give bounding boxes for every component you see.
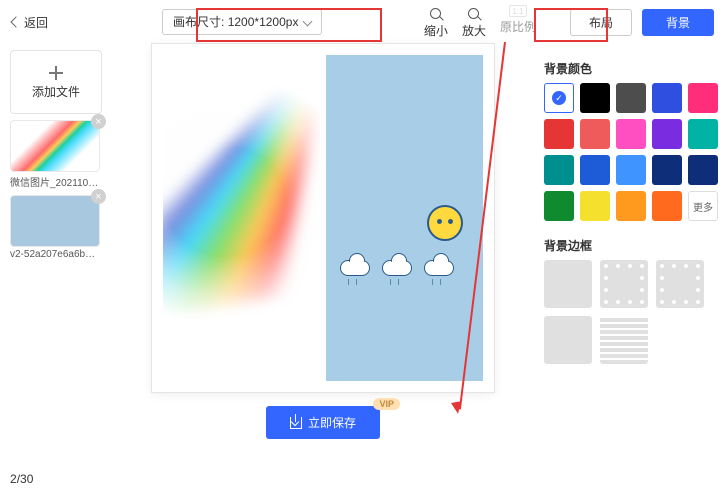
border-option-grid [544, 260, 716, 364]
vip-badge: VIP [373, 398, 400, 410]
zoom-out-label: 缩小 [424, 22, 448, 39]
thumbnail-preview[interactable] [10, 120, 100, 172]
canvas-size-value: 1200*1200px [228, 10, 299, 34]
more-colors-button[interactable]: 更多 [688, 191, 718, 221]
color-swatch[interactable] [616, 155, 646, 185]
rain-graphic [390, 279, 391, 285]
page-total: /30 [17, 472, 34, 486]
save-button[interactable]: 立即保存 VIP [266, 406, 380, 439]
canvas-pane-left[interactable] [163, 55, 320, 381]
color-swatch[interactable] [544, 155, 574, 185]
topbar: 返回 画布尺寸: 1200*1200px 缩小 放大 1:1 原比例 布局 [0, 0, 726, 44]
border-option-stamp[interactable] [656, 260, 704, 308]
cloud-graphic [424, 260, 454, 276]
add-file-label: 添加文件 [32, 83, 80, 100]
color-swatch[interactable] [580, 191, 610, 221]
canvas-area: 立即保存 VIP [112, 44, 534, 500]
save-button-label: 立即保存 [308, 414, 356, 431]
rain-graphic [432, 279, 433, 285]
section-title-bg-border: 背景边框 [544, 237, 716, 254]
plus-icon [48, 65, 64, 81]
canvas-size-prefix: 画布尺寸: [173, 10, 224, 34]
zoom-in-icon [468, 8, 479, 19]
tab-layout-label: 布局 [589, 16, 613, 30]
thumbnail-filename: 微信图片_20211009... [10, 174, 100, 189]
color-swatch[interactable] [652, 83, 682, 113]
cloud-graphic [382, 260, 412, 276]
color-swatch[interactable] [616, 83, 646, 113]
color-swatch[interactable] [688, 155, 718, 185]
rain-graphic [398, 279, 399, 285]
canvas-frame[interactable] [152, 44, 494, 392]
ratio-label: 原比例 [500, 18, 536, 35]
color-swatch[interactable] [688, 119, 718, 149]
color-swatch[interactable] [688, 83, 718, 113]
border-option-plain[interactable] [544, 260, 592, 308]
tab-background[interactable]: 背景 [642, 9, 714, 36]
border-option-stripe[interactable] [600, 316, 648, 364]
color-swatch[interactable] [652, 155, 682, 185]
ratio-icon: 1:1 [509, 5, 527, 17]
color-swatch[interactable] [616, 191, 646, 221]
delete-thumbnail-button[interactable]: × [91, 114, 106, 129]
chevron-down-icon [303, 16, 313, 26]
canvas-size-dropdown[interactable]: 画布尺寸: 1200*1200px [162, 9, 322, 35]
cloud-graphic [340, 260, 370, 276]
color-swatch[interactable] [580, 119, 610, 149]
add-file-button[interactable]: 添加文件 [10, 50, 102, 114]
original-ratio-button[interactable]: 1:1 原比例 [500, 5, 536, 35]
rain-graphic [356, 279, 357, 285]
zoom-out-icon [430, 8, 441, 19]
back-button[interactable]: 返回 [8, 10, 52, 35]
color-swatch[interactable] [616, 119, 646, 149]
page-indicator: 2/30 [10, 464, 102, 494]
color-swatch[interactable] [652, 191, 682, 221]
back-label: 返回 [24, 14, 48, 31]
color-swatch[interactable] [652, 119, 682, 149]
color-swatch-grid: ✓ 更多 [544, 83, 716, 221]
right-panel: 背景颜色 ✓ 更多 背景边框 [534, 44, 726, 500]
canvas-pane-right[interactable] [326, 55, 483, 381]
border-option-scallop[interactable] [600, 260, 648, 308]
tab-layout[interactable]: 布局 [570, 9, 632, 36]
rain-graphic [348, 279, 349, 285]
color-swatch[interactable] [580, 83, 610, 113]
tab-background-label: 背景 [666, 16, 690, 30]
zoom-toolbar: 缩小 放大 1:1 原比例 [424, 5, 536, 39]
color-swatch[interactable] [544, 119, 574, 149]
thumbnail-preview[interactable] [10, 195, 100, 247]
zoom-in-label: 放大 [462, 22, 486, 39]
annotation-arrow-head [451, 401, 463, 415]
color-swatch[interactable] [580, 155, 610, 185]
rainbow-graphic [163, 55, 320, 326]
sun-graphic [427, 205, 463, 241]
thumbnail-filename: v2-52a207e6a6b6ad6... [10, 249, 100, 260]
chevron-left-icon [10, 16, 21, 27]
check-icon: ✓ [552, 91, 566, 105]
color-swatch[interactable]: ✓ [544, 83, 574, 113]
page-current: 2 [10, 472, 17, 486]
zoom-in-button[interactable]: 放大 [462, 5, 486, 39]
sidebar: 添加文件 × 微信图片_20211009... × v2-52a207e6a6b… [0, 44, 112, 500]
download-icon [290, 417, 302, 429]
rain-graphic [440, 279, 441, 285]
thumbnail-item[interactable]: × v2-52a207e6a6b6ad6... [10, 195, 100, 260]
thumbnail-item[interactable]: × 微信图片_20211009... [10, 120, 100, 189]
section-title-bg-color: 背景颜色 [544, 60, 716, 77]
color-swatch[interactable] [544, 191, 574, 221]
delete-thumbnail-button[interactable]: × [91, 189, 106, 204]
zoom-out-button[interactable]: 缩小 [424, 5, 448, 39]
border-option-plain[interactable] [544, 316, 592, 364]
